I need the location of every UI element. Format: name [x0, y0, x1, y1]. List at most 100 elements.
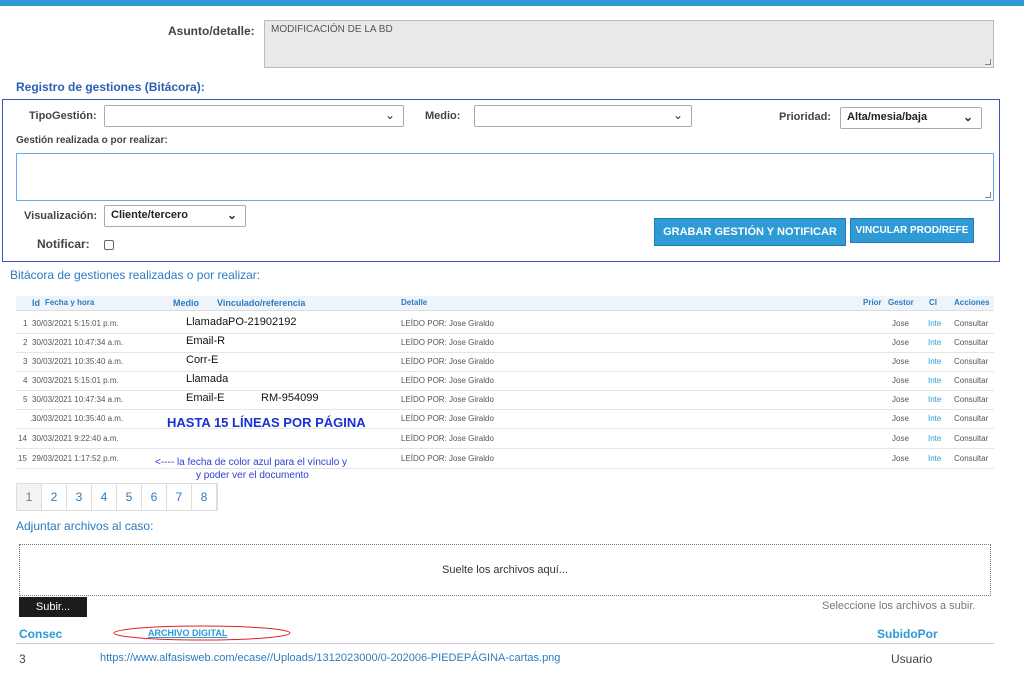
col-consec: Consec: [19, 627, 63, 641]
th-vinculado[interactable]: Vinculado/referencia: [217, 298, 305, 308]
prioridad-label: Prioridad:: [779, 111, 831, 123]
subject-label: Asunto/detalle:: [168, 24, 255, 38]
chevron-down-icon: ⌄: [962, 110, 973, 124]
cell-id: 1: [23, 319, 28, 328]
th-gestor[interactable]: Gestor: [888, 298, 914, 307]
prioridad-value: Alta/mesia/baja: [847, 111, 928, 123]
cell-id: 4: [23, 376, 28, 385]
table-row: 1 30/03/2021 5:15:01 p.m. Llamada PO-219021…: [16, 315, 994, 334]
cell-accion[interactable]: Consultar: [954, 319, 988, 328]
cell-ci[interactable]: Inte: [928, 319, 941, 328]
cell-detalle: LEÍDO POR: Jose Giraldo: [401, 357, 494, 366]
cell-gestor: Jose: [892, 376, 909, 385]
table-row: 3 30/03/2021 10:35:40 a.m. Corr-E LEÍDO POR…: [16, 353, 994, 372]
table-header: Id Fecha y hora Medio Vinculado/referenc…: [16, 296, 994, 311]
tipo-gestion-label: TipoGestión:: [29, 110, 97, 122]
page-button-8[interactable]: 8: [192, 484, 217, 510]
cell-accion[interactable]: Consultar: [954, 414, 988, 423]
th-id[interactable]: Id: [32, 298, 40, 308]
visualizacion-label: Visualización:: [24, 210, 98, 222]
cell-fecha: 29/03/2021 1:17:52 p.m.: [32, 454, 119, 463]
chevron-down-icon: ⌄: [672, 108, 683, 122]
subject-textarea[interactable]: MODIFICACIÓN DE LA BD: [264, 20, 994, 68]
cell-fecha: 30/03/2021 9:22:40 a.m.: [32, 434, 119, 443]
cell-fecha: 30/03/2021 10:35:40 a.m.: [32, 357, 124, 366]
cell-accion[interactable]: Consultar: [954, 357, 988, 366]
cell-detalle: LEÍDO POR: Jose Giraldo: [401, 434, 494, 443]
page-button-2[interactable]: 2: [42, 484, 67, 510]
resize-grip-icon[interactable]: [985, 192, 991, 198]
th-medio[interactable]: Medio: [173, 298, 199, 308]
cell-accion[interactable]: Consultar: [954, 454, 988, 463]
cell-gestor: Jose: [892, 319, 909, 328]
table-row: 5 30/03/2021 10:47:34 a.m. Email-E RM-95409…: [16, 391, 994, 410]
notificar-label: Notificar:: [37, 237, 90, 251]
col-subido: SubidoPor: [877, 627, 938, 641]
cell-ci[interactable]: Inte: [928, 395, 941, 404]
visualizacion-select[interactable]: Cliente/tercero ⌄: [104, 205, 246, 227]
page-button-4[interactable]: 4: [92, 484, 117, 510]
cell-ci[interactable]: Inte: [928, 376, 941, 385]
th-detalle[interactable]: Detalle: [401, 298, 427, 307]
file-drop-zone[interactable]: Suelte los archivos aquí...: [19, 544, 991, 596]
tipo-gestion-select[interactable]: ⌄: [104, 105, 404, 127]
cell-fecha: 30/03/2021 5:15:01 p.m.: [32, 319, 119, 328]
cell-accion[interactable]: Consultar: [954, 338, 988, 347]
registro-title: Registro de gestiones (Bitácora):: [16, 80, 205, 94]
cell-id: 15: [18, 454, 27, 463]
table-row: 4 30/03/2021 5:15:01 p.m. Llamada LEÍDO POR…: [16, 372, 994, 391]
table-row: 14 30/03/2021 9:22:40 a.m. LEÍDO POR: Jose…: [16, 430, 994, 449]
cell-gestor: Jose: [892, 357, 909, 366]
visualizacion-value: Cliente/tercero: [111, 209, 189, 221]
archivo-consec: 3: [19, 652, 26, 666]
cell-detalle: LEÍDO POR: Jose Giraldo: [401, 319, 494, 328]
cell-vinculado: PO-21902192: [228, 316, 297, 328]
cell-ci[interactable]: Inte: [928, 357, 941, 366]
col-archivo[interactable]: ARCHIVO DIGITAL: [148, 628, 227, 638]
th-fecha[interactable]: Fecha y hora: [45, 298, 94, 307]
gestion-label: Gestión realizada o por realizar:: [16, 135, 168, 146]
cell-accion[interactable]: Consultar: [954, 395, 988, 404]
chevron-down-icon: ⌄: [226, 208, 237, 222]
cell-accion[interactable]: Consultar: [954, 376, 988, 385]
th-ci[interactable]: CI: [929, 298, 937, 307]
page-button-6[interactable]: 6: [142, 484, 167, 510]
cell-ci[interactable]: Inte: [928, 338, 941, 347]
archivo-link[interactable]: https://www.alfasisweb.com/ecase//Upload…: [100, 652, 560, 664]
cell-gestor: Jose: [892, 434, 909, 443]
page-button-5[interactable]: 5: [117, 484, 142, 510]
th-prior[interactable]: Prior: [863, 298, 882, 307]
cell-medio: Email-R: [186, 335, 226, 347]
cell-fecha: 30/03/2021 5:15:01 p.m.: [32, 376, 119, 385]
note-line-1: <---- la fecha de color azul para el vín…: [155, 457, 348, 468]
cell-accion[interactable]: Consultar: [954, 434, 988, 443]
prioridad-select[interactable]: Alta/mesia/baja ⌄: [840, 107, 982, 129]
cell-detalle: LEÍDO POR: Jose Giraldo: [401, 338, 494, 347]
cell-ci[interactable]: Inte: [928, 454, 941, 463]
cell-ci[interactable]: Inte: [928, 414, 941, 423]
cell-vinculado: RM-954099: [261, 392, 319, 404]
medio-select[interactable]: ⌄: [474, 105, 692, 127]
vincular-button[interactable]: VINCULAR PROD/REFE: [850, 218, 974, 243]
cell-id: 3: [23, 357, 28, 366]
resize-grip-icon[interactable]: [985, 59, 991, 65]
cell-medio: Llamada: [186, 316, 229, 328]
cell-ci[interactable]: Inte: [928, 434, 941, 443]
grabar-gestion-button[interactable]: GRABAR GESTIÓN Y NOTIFICAR: [654, 218, 846, 246]
gestion-textarea[interactable]: [16, 153, 994, 201]
subject-value: MODIFICACIÓN DE LA BD: [271, 24, 393, 35]
top-header-bar: [0, 0, 1024, 6]
cell-medio: Llamada: [186, 373, 229, 385]
pagination: 12345678: [16, 483, 218, 511]
table-row: 2 30/03/2021 10:47:34 a.m. Email-R LEÍDO PO…: [16, 334, 994, 353]
cell-gestor: Jose: [892, 338, 909, 347]
page-button-7[interactable]: 7: [167, 484, 192, 510]
subir-button[interactable]: Subir...: [19, 597, 87, 617]
cell-detalle: LEÍDO POR: Jose Giraldo: [401, 376, 494, 385]
lines-per-page-banner: HASTA 15 LÍNEAS POR PÁGINA: [167, 415, 366, 430]
page-button-3[interactable]: 3: [67, 484, 92, 510]
page-button-1[interactable]: 1: [17, 484, 42, 510]
notificar-checkbox[interactable]: [104, 240, 114, 250]
bitacora-title: Bitácora de gestiones realizadas o por r…: [10, 268, 261, 282]
th-acciones[interactable]: Acciones: [954, 298, 990, 307]
